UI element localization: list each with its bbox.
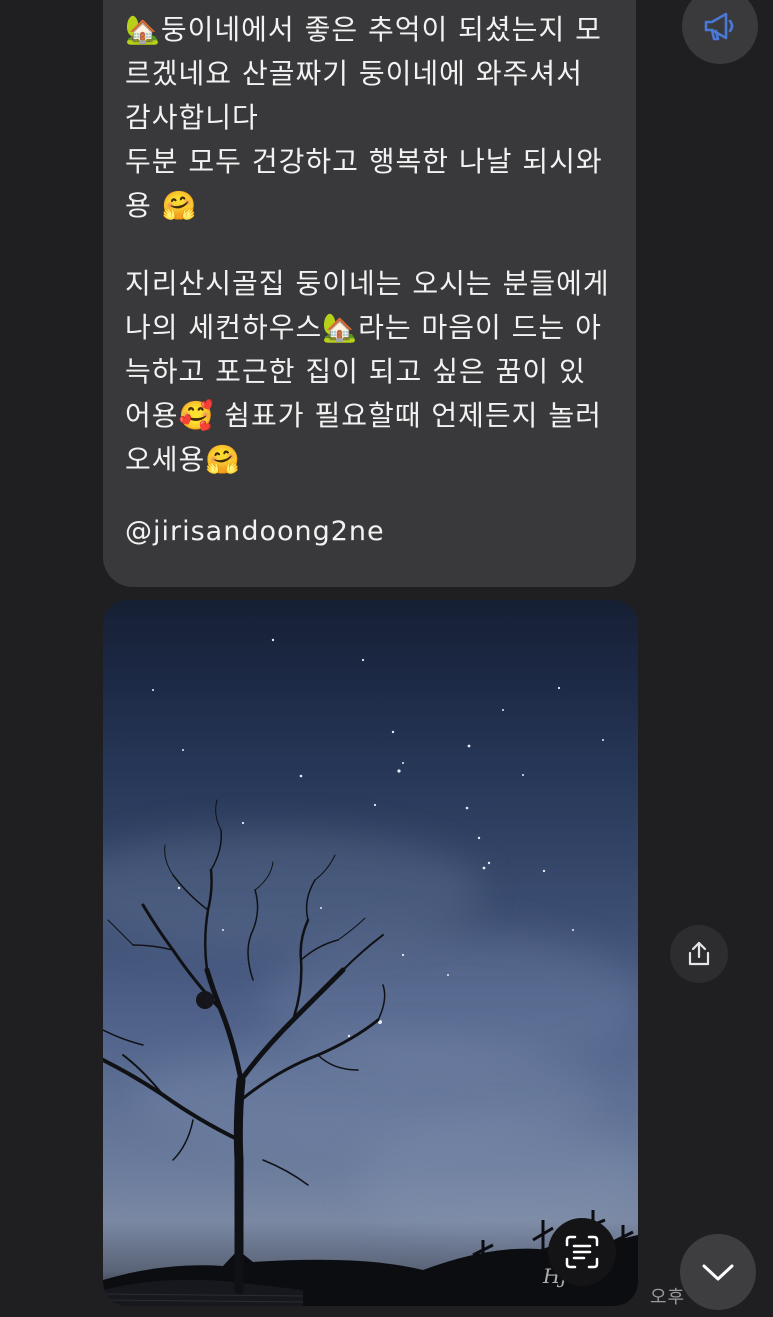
scroll-to-bottom-button[interactable]: [680, 1234, 756, 1310]
message-line: 늑하고 포근한 집이 되고 싶은 꿈이 있: [125, 355, 586, 388]
share-button[interactable]: [670, 925, 728, 983]
message-line: 감사합니다: [125, 101, 259, 134]
night-sky-photo[interactable]: Hj...: [103, 600, 638, 1306]
megaphone-icon: [704, 12, 734, 41]
message-line: 르겠네요 산골짜기 둥이네에 와주셔서: [125, 57, 583, 90]
message-line: 용 🤗: [125, 189, 198, 222]
message-line: 두분 모두 건강하고 행복한 나날 되시와: [125, 145, 603, 178]
announcement-button[interactable]: [682, 0, 758, 64]
text-scan-icon: [565, 1235, 599, 1269]
message-line: 🏡둥이네에서 좋은 추억이 되셨는지 모: [125, 13, 602, 46]
share-icon: [688, 941, 710, 966]
stars: [152, 638, 604, 1038]
bird-nest: [196, 991, 214, 1009]
message-bubble[interactable]: 🏡둥이네에서 좋은 추억이 되셨는지 모 르겠네요 산골짜기 둥이네에 와주셔서…: [103, 0, 636, 587]
instagram-handle[interactable]: @jirisandoong2ne: [125, 512, 614, 552]
message-timestamp: 오후: [650, 1287, 686, 1308]
chat-screen: 🏡둥이네에서 좋은 추억이 되셨는지 모 르겠네요 산골짜기 둥이네에 와주셔서…: [0, 0, 773, 1317]
message-line: 어용🥰 쉼표가 필요할때 언제든지 놀러: [125, 399, 602, 432]
bare-tree: [103, 799, 386, 1295]
chevron-down-icon: [702, 1264, 734, 1281]
photo-scene: [103, 638, 638, 1306]
message-line: 나의 세컨하우스🏡라는 마음이 드는 아: [125, 311, 602, 344]
message-line: 지리산시골집 둥이네는 오시는 분들에게: [125, 267, 610, 300]
message-paragraph-gap: [125, 228, 614, 262]
message-line: 오세용🤗: [125, 443, 242, 476]
text-scan-button[interactable]: [548, 1218, 616, 1286]
